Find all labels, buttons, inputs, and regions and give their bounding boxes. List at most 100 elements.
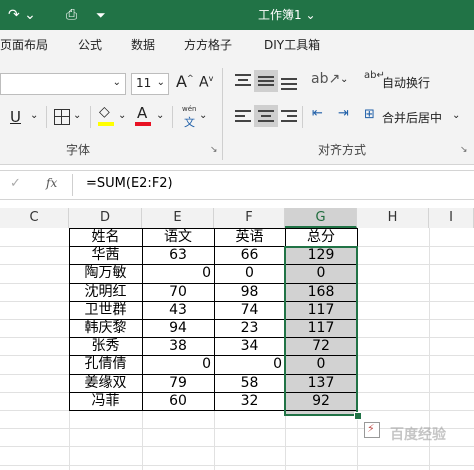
redo-icon[interactable]: ↷ ⌄ xyxy=(8,0,36,30)
underline-button[interactable]: U xyxy=(10,108,21,126)
table-cell[interactable]: 姜缘双 xyxy=(69,374,142,392)
dialog-launcher-icon[interactable]: ↘ xyxy=(210,145,218,155)
increase-indent-icon[interactable]: ⇥ xyxy=(338,106,349,121)
table-cell[interactable]: 94 xyxy=(142,319,214,337)
phonetic-char: 文 xyxy=(184,116,195,129)
font-color-swatch xyxy=(135,122,151,126)
table-cell[interactable]: 韩庆黎 xyxy=(69,319,142,337)
table-cell[interactable]: 华茜 xyxy=(69,246,142,264)
quick-analysis-button[interactable]: ⚡ xyxy=(364,422,380,438)
table-cell[interactable]: 陶万敏 xyxy=(69,264,142,282)
worksheet-grid[interactable]: 姓名 语文 英语 总分 华茜 63 66 129 陶万敏 0 0 0 沈明红 70 98 168 卫世群 43 74… xyxy=(0,228,474,470)
selection-outline xyxy=(284,246,358,416)
phonetic-label[interactable]: wén xyxy=(182,105,196,113)
table-cell[interactable]: 0 xyxy=(142,264,214,282)
fill-handle[interactable] xyxy=(354,412,362,420)
column-header-d[interactable]: D xyxy=(69,208,142,228)
font-size-select[interactable]: 11 ⌄ xyxy=(131,73,169,95)
formula-bar: ✓ fx =SUM(E2:F2) xyxy=(0,170,474,200)
font-name-select[interactable]: ⌄ xyxy=(0,73,126,95)
table-cell[interactable]: 0 xyxy=(214,355,285,373)
chevron-down-icon[interactable]: ⌄ xyxy=(452,110,460,121)
fill-color-icon[interactable]: ◇ xyxy=(99,104,110,120)
table-header-cell[interactable]: 姓名 xyxy=(69,228,142,246)
table-cell[interactable]: 98 xyxy=(214,283,285,301)
table-cell[interactable]: 23 xyxy=(214,319,285,337)
chevron-down-icon: ⌄ xyxy=(112,77,121,88)
column-header-h[interactable]: H xyxy=(357,208,429,228)
insert-function-button[interactable]: fx xyxy=(46,176,57,190)
tab-fangfang[interactable]: 方方格子 xyxy=(184,30,232,60)
table-cell[interactable]: 0 xyxy=(214,264,285,282)
chevron-down-icon[interactable]: ⌄ xyxy=(156,110,164,121)
column-header-f[interactable]: F xyxy=(214,208,285,228)
chevron-down-icon[interactable]: ⌄ xyxy=(73,110,81,121)
table-cell[interactable]: 74 xyxy=(214,301,285,319)
print-preview-icon[interactable]: ⎙ xyxy=(66,0,77,30)
tab-page-layout[interactable]: 页面布局 xyxy=(0,30,48,60)
quick-analysis-icon: ⚡ xyxy=(367,422,375,435)
table-cell[interactable]: 孔倩倩 xyxy=(69,355,142,373)
dialog-launcher-icon[interactable]: ↘ xyxy=(460,145,468,155)
table-cell[interactable]: 0 xyxy=(142,355,214,373)
divider xyxy=(72,174,73,196)
shrink-font-button[interactable]: Av xyxy=(199,74,213,91)
customize-quick-access-icon[interactable]: ⏷ xyxy=(96,0,106,30)
chevron-down-icon[interactable]: ⌄ xyxy=(118,110,126,121)
table-cell[interactable]: 58 xyxy=(214,374,285,392)
divider xyxy=(46,106,47,128)
ribbon: ⌄ 11 ⌄ A^ Av U ⌄ ⌄ ◇ ⌄ A ⌄ wén 文 ⌄ 字体 ↘ … xyxy=(0,60,474,165)
grow-font-button[interactable]: A^ xyxy=(176,72,194,91)
borders-icon[interactable] xyxy=(54,109,70,125)
align-left-icon[interactable] xyxy=(235,110,251,122)
table-header-cell[interactable]: 总分 xyxy=(285,228,357,246)
table-border-horizontal xyxy=(69,228,358,229)
tab-diy-toolbox[interactable]: DIY工具箱 xyxy=(264,30,320,60)
column-header-g[interactable]: G xyxy=(285,208,357,228)
table-header-cell[interactable]: 英语 xyxy=(214,228,285,246)
column-header-c[interactable]: C xyxy=(0,208,69,228)
decrease-indent-icon[interactable]: ⇤ xyxy=(312,106,323,121)
table-cell[interactable]: 张秀 xyxy=(69,337,142,355)
column-header-e[interactable]: E xyxy=(142,208,214,228)
chevron-down-icon[interactable]: ⌄ xyxy=(340,74,348,85)
table-cell[interactable]: 沈明红 xyxy=(69,283,142,301)
merge-center-icon[interactable]: ⊞ xyxy=(364,107,375,122)
formula-input[interactable]: =SUM(E2:F2) xyxy=(86,176,173,191)
merge-center-button[interactable]: 合并后居中 xyxy=(382,109,442,126)
align-right-icon[interactable] xyxy=(281,110,297,122)
orientation-icon[interactable]: ab↗ xyxy=(311,71,340,87)
font-size-value: 11 xyxy=(136,76,152,90)
align-top-icon[interactable] xyxy=(235,74,251,86)
fill-color-swatch xyxy=(98,122,114,126)
table-cell[interactable]: 79 xyxy=(142,374,214,392)
table-cell[interactable]: 43 xyxy=(142,301,214,319)
column-header-i[interactable]: I xyxy=(429,208,474,228)
tab-formulas[interactable]: 公式 xyxy=(78,30,102,60)
chevron-down-icon[interactable]: ⌄ xyxy=(30,110,38,121)
chevron-down-icon[interactable]: ⌄ xyxy=(199,110,207,121)
table-cell[interactable]: 34 xyxy=(214,337,285,355)
tab-data[interactable]: 数据 xyxy=(131,30,155,60)
table-header-cell[interactable]: 语文 xyxy=(142,228,214,246)
align-middle-icon[interactable] xyxy=(254,70,278,92)
window-title: 工作簿1 ⌄ xyxy=(258,8,316,22)
align-center-icon[interactable] xyxy=(254,105,278,127)
font-color-button[interactable]: A xyxy=(137,104,147,122)
title-bar: ↷ ⌄ ⎙ ⏷ 工作簿1 ⌄ xyxy=(0,0,474,30)
table-cell[interactable]: 66 xyxy=(214,246,285,264)
alignment-group-label: 对齐方式 xyxy=(318,143,367,157)
grow-font-label: A xyxy=(176,72,187,91)
cancel-icon[interactable]: ✓ xyxy=(10,176,21,191)
chevron-down-icon: ⌄ xyxy=(156,77,165,88)
table-cell[interactable]: 60 xyxy=(142,392,214,410)
table-cell[interactable]: 63 xyxy=(142,246,214,264)
divider xyxy=(172,106,173,128)
table-cell[interactable]: 70 xyxy=(142,283,214,301)
table-cell[interactable]: 32 xyxy=(214,392,285,410)
table-cell[interactable]: 冯菲 xyxy=(69,392,142,410)
table-cell[interactable]: 38 xyxy=(142,337,214,355)
table-cell[interactable]: 卫世群 xyxy=(69,301,142,319)
align-bottom-icon[interactable] xyxy=(281,78,297,90)
wrap-text-button[interactable]: 自动换行 xyxy=(382,74,430,91)
